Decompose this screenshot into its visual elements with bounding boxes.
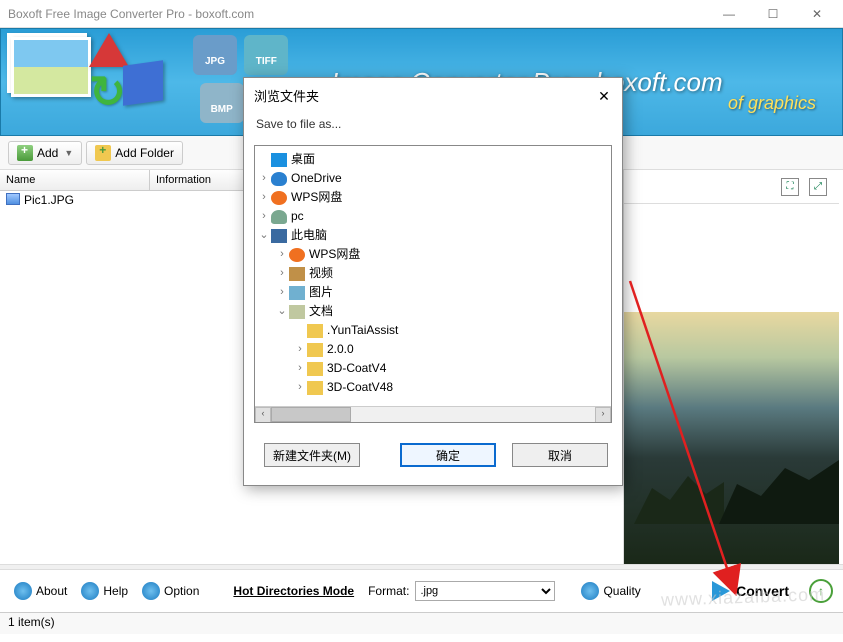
minimize-button[interactable]: — (707, 0, 751, 28)
maximize-button[interactable]: ☐ (751, 0, 795, 28)
format-select[interactable]: .jpg (415, 581, 555, 601)
up-button[interactable]: ↑ (809, 579, 833, 603)
tree-item-pictures[interactable]: ›图片 (257, 283, 609, 302)
computer-icon (271, 229, 287, 243)
cloud-icon (271, 172, 287, 186)
format-label: Format: (368, 584, 409, 598)
dialog-subtitle: Save to file as... (244, 113, 622, 141)
banner-subtitle: of graphics (728, 93, 816, 114)
file-name: Pic1.JPG (24, 193, 74, 207)
fit-window-button[interactable]: ⛶ (781, 178, 799, 196)
scroll-left-button[interactable]: ‹ (255, 407, 271, 423)
tree-item-folder[interactable]: .YunTaiAssist (257, 321, 609, 340)
gear-icon (142, 582, 160, 600)
folder-icon (307, 362, 323, 376)
window-buttons: — ☐ ✕ (707, 0, 839, 28)
badge-tiff: TIFF (244, 35, 288, 75)
dialog-buttons: 新建文件夹(M) 确定 取消 (244, 427, 622, 485)
tree-item-folder[interactable]: ›3D-CoatV48 (257, 378, 609, 397)
add-label: Add (37, 146, 58, 160)
add-folder-label: Add Folder (115, 146, 174, 160)
dialog-titlebar: 浏览文件夹 ✕ (244, 78, 622, 113)
convert-label: Convert (736, 583, 789, 599)
option-button[interactable]: Option (138, 579, 203, 603)
wps-icon (271, 191, 287, 205)
documents-icon (289, 305, 305, 319)
horizontal-scrollbar[interactable]: ‹ › (255, 406, 611, 422)
folder-icon (307, 343, 323, 357)
quality-icon (581, 582, 599, 600)
badge-jpg: JPG (193, 35, 237, 75)
window-title: Boxoft Free Image Converter Pro - boxoft… (8, 7, 707, 21)
info-icon (14, 582, 32, 600)
image-preview (624, 204, 839, 564)
folder-icon (307, 381, 323, 395)
scroll-right-button[interactable]: › (595, 407, 611, 423)
wps-icon (289, 248, 305, 262)
help-button[interactable]: Help (77, 579, 132, 603)
tree-item-folder[interactable]: ›2.0.0 (257, 340, 609, 359)
pictures-icon (289, 286, 305, 300)
tree-item-user[interactable]: ›pc (257, 207, 609, 226)
help-label: Help (103, 584, 128, 598)
about-label: About (36, 584, 67, 598)
close-button[interactable]: ✕ (795, 0, 839, 28)
about-button[interactable]: About (10, 579, 71, 603)
folder-icon (307, 324, 323, 338)
add-icon (17, 145, 33, 161)
tree-item-desktop[interactable]: 桌面 (257, 150, 609, 169)
tree-item-documents[interactable]: ⌄文档 (257, 302, 609, 321)
format-badges: JPG TIFF BMP (193, 35, 344, 75)
cancel-button[interactable]: 取消 (512, 443, 608, 467)
titlebar: Boxoft Free Image Converter Pro - boxoft… (0, 0, 843, 28)
image-file-icon (6, 193, 20, 205)
status-bar: 1 item(s) (0, 612, 843, 634)
col-name[interactable]: Name (0, 170, 150, 190)
banner-art: ↻ (1, 29, 191, 135)
mode-label[interactable]: Hot Directories Mode (233, 584, 354, 598)
tree-item-thispc[interactable]: ⌄此电脑 (257, 226, 609, 245)
new-folder-button[interactable]: 新建文件夹(M) (264, 443, 360, 467)
scroll-thumb[interactable] (271, 407, 351, 422)
tree-item-onedrive[interactable]: ›OneDrive (257, 169, 609, 188)
tree-item-wps[interactable]: ›WPS网盘 (257, 188, 609, 207)
folder-tree[interactable]: 桌面 ›OneDrive ›WPS网盘 ›pc ⌄此电脑 ›WPS网盘 ›视频 … (254, 145, 612, 423)
actual-size-button[interactable]: ⤢ (809, 178, 827, 196)
help-icon (81, 582, 99, 600)
option-label: Option (164, 584, 199, 598)
badge-bmp: BMP (200, 83, 244, 123)
video-icon (289, 267, 305, 281)
folder-add-icon (95, 145, 111, 161)
status-text: 1 item(s) (8, 615, 55, 629)
convert-button[interactable]: Convert (704, 577, 797, 605)
play-icon (712, 581, 730, 601)
chevron-down-icon: ▼ (64, 148, 73, 158)
user-icon (271, 210, 287, 224)
bottom-toolbar: About Help Option Hot Directories Mode F… (0, 570, 843, 612)
dialog-close-button[interactable]: ✕ (596, 88, 612, 104)
scroll-track[interactable] (271, 407, 595, 422)
preview-image (624, 312, 839, 564)
add-button[interactable]: Add ▼ (8, 141, 82, 165)
dialog-title: 浏览文件夹 (254, 86, 596, 105)
tree-item-video[interactable]: ›视频 (257, 264, 609, 283)
quality-button[interactable]: Quality (577, 579, 644, 603)
preview-tools: ⛶ ⤢ (624, 170, 839, 204)
ok-button[interactable]: 确定 (400, 443, 496, 467)
tree-item-wps2[interactable]: ›WPS网盘 (257, 245, 609, 264)
preview-panel: ⛶ ⤢ (624, 170, 839, 564)
browse-folder-dialog: 浏览文件夹 ✕ Save to file as... 桌面 ›OneDrive … (243, 77, 623, 486)
tree-item-folder[interactable]: ›3D-CoatV4 (257, 359, 609, 378)
desktop-icon (271, 153, 287, 167)
add-folder-button[interactable]: Add Folder (86, 141, 183, 165)
quality-label: Quality (603, 584, 640, 598)
